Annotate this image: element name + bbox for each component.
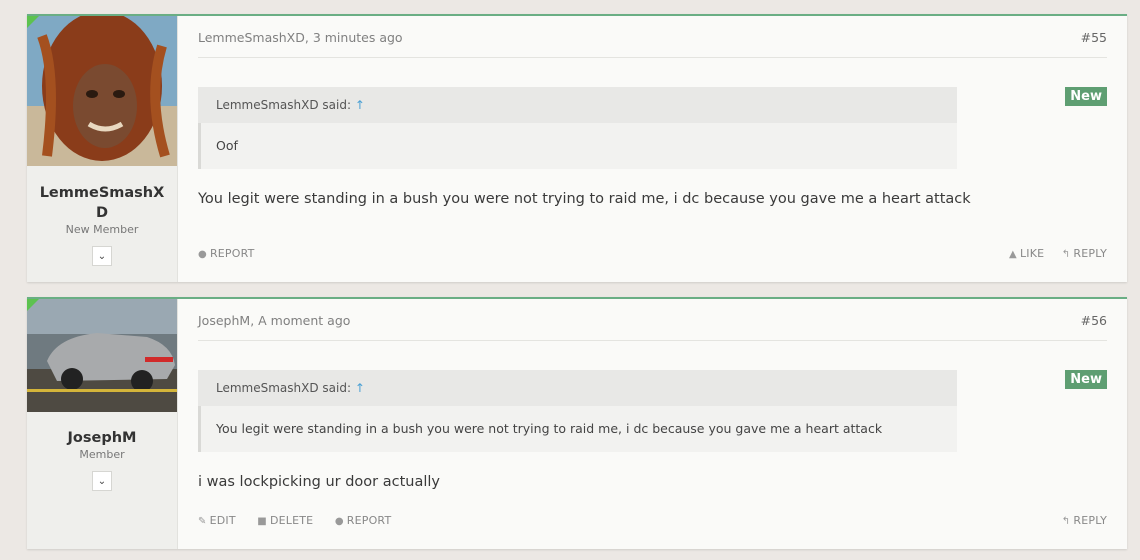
pencil-icon: ✎ bbox=[198, 516, 207, 527]
thumbs-up-icon: ▲ bbox=[1009, 249, 1017, 260]
user-title: New Member bbox=[65, 223, 139, 236]
online-indicator bbox=[27, 299, 39, 311]
report-button[interactable]: ● REPORT bbox=[335, 514, 392, 527]
avatar[interactable] bbox=[27, 299, 177, 412]
reply-icon: ↰ bbox=[1061, 249, 1071, 260]
user-info-block: LemmeSmashXD New Member ⌄ bbox=[27, 16, 178, 282]
reply-icon: ↰ bbox=[1061, 516, 1071, 527]
new-badge: New bbox=[1065, 87, 1107, 106]
post-date[interactable]: 3 minutes ago bbox=[313, 30, 403, 45]
report-button[interactable]: ● REPORT bbox=[198, 247, 255, 260]
post-permalink[interactable]: #56 bbox=[1081, 313, 1107, 328]
quote-block: LemmeSmashXD said: ↑ Oof bbox=[198, 87, 957, 169]
post-meta: JosephM, A moment ago #56 bbox=[198, 313, 1107, 341]
username[interactable]: LemmeSmashXD bbox=[37, 183, 167, 223]
post-author[interactable]: JosephM bbox=[198, 313, 250, 328]
message-text: i was lockpicking ur door actually bbox=[198, 474, 440, 490]
post-actions: ✎ EDIT ■ DELETE ● REPORT ↰ REPLY bbox=[198, 514, 1107, 527]
post: LemmeSmashXD New Member ⌄ LemmeSmashXD, … bbox=[27, 14, 1127, 282]
reply-button[interactable]: ↰ REPLY bbox=[1062, 247, 1107, 260]
quote-block: LemmeSmashXD said: ↑ You legit were stan… bbox=[198, 370, 957, 452]
username[interactable]: JosephM bbox=[37, 428, 167, 448]
edit-button[interactable]: ✎ EDIT bbox=[198, 514, 236, 527]
quote-header: LemmeSmashXD said: ↑ bbox=[198, 87, 957, 123]
post-content: LemmeSmashXD, 3 minutes ago #55 New Lemm… bbox=[178, 16, 1127, 282]
quote-text: You legit were standing in a bush you we… bbox=[198, 406, 957, 452]
report-icon: ● bbox=[334, 516, 344, 527]
online-indicator bbox=[27, 16, 39, 28]
avatar[interactable] bbox=[27, 16, 177, 166]
user-menu-button[interactable]: ⌄ bbox=[92, 246, 112, 266]
post-permalink[interactable]: #55 bbox=[1081, 30, 1107, 45]
trash-icon: ■ bbox=[257, 516, 267, 527]
post-date[interactable]: A moment ago bbox=[258, 313, 350, 328]
quote-header: LemmeSmashXD said: ↑ bbox=[198, 370, 957, 406]
quote-text: Oof bbox=[198, 123, 957, 169]
quote-jump-icon[interactable]: ↑ bbox=[355, 98, 365, 112]
quote-author: LemmeSmashXD said: bbox=[216, 98, 352, 112]
post-content: JosephM, A moment ago #56 New LemmeSmash… bbox=[178, 299, 1127, 549]
new-badge: New bbox=[1065, 370, 1107, 389]
post-meta: LemmeSmashXD, 3 minutes ago #55 bbox=[198, 30, 1107, 58]
chevron-down-icon: ⌄ bbox=[97, 250, 107, 262]
post-author[interactable]: LemmeSmashXD bbox=[198, 30, 305, 45]
chevron-down-icon: ⌄ bbox=[97, 475, 107, 487]
reply-button[interactable]: ↰ REPLY bbox=[1062, 514, 1107, 527]
delete-button[interactable]: ■ DELETE bbox=[257, 514, 313, 527]
user-title: Member bbox=[79, 448, 125, 461]
message-text: You legit were standing in a bush you we… bbox=[198, 191, 971, 207]
like-button[interactable]: ▲ LIKE bbox=[1009, 247, 1044, 260]
post-actions: ● REPORT ▲ LIKE ↰ REPLY bbox=[198, 247, 1107, 260]
quote-jump-icon[interactable]: ↑ bbox=[355, 381, 365, 395]
quote-author: LemmeSmashXD said: bbox=[216, 381, 352, 395]
post: JosephM Member ⌄ JosephM, A moment ago #… bbox=[27, 297, 1127, 549]
user-menu-button[interactable]: ⌄ bbox=[92, 471, 112, 491]
report-icon: ● bbox=[198, 249, 207, 260]
user-info-block: JosephM Member ⌄ bbox=[27, 299, 178, 549]
